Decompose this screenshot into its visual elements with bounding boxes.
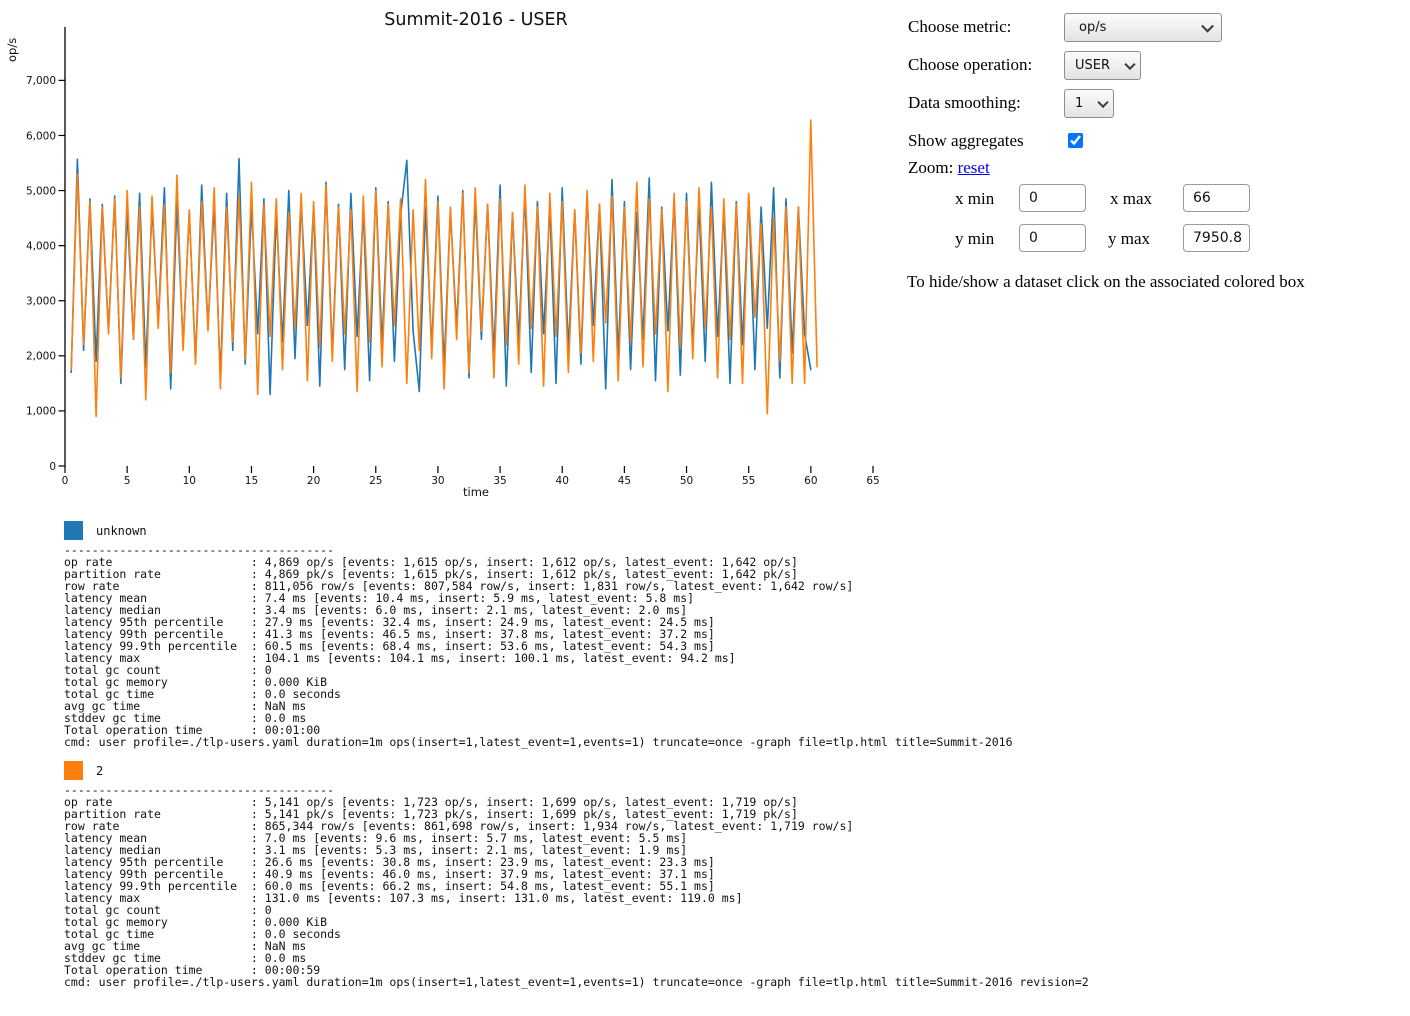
- x-tick-label: 15: [245, 475, 258, 487]
- x-tick-label: 35: [493, 475, 506, 487]
- show-aggregates-checkbox[interactable]: [1068, 133, 1083, 148]
- chart-title: Summit-2016 - USER: [384, 10, 567, 30]
- operation-label: Choose operation:: [908, 55, 1032, 75]
- x-tick-label: 50: [680, 475, 693, 487]
- x-tick-label: 40: [556, 475, 569, 487]
- y-min-label: y min: [955, 229, 994, 249]
- dataset-unknown-stats: --------------------------------------- …: [64, 544, 1013, 748]
- x-tick-label: 25: [369, 475, 382, 487]
- zoom-reset-link[interactable]: reset: [958, 158, 990, 177]
- dataset-2-color-box[interactable]: [64, 761, 83, 780]
- x-min-input[interactable]: [1019, 184, 1086, 212]
- x-tick-label: 20: [307, 475, 320, 487]
- x-tick-label: 55: [742, 475, 755, 487]
- x-max-label: x max: [1110, 189, 1152, 209]
- y-tick-label: 1,000: [26, 406, 56, 418]
- operation-select[interactable]: USER: [1064, 51, 1141, 80]
- x-tick-label: 30: [431, 475, 444, 487]
- x-tick-label: 60: [804, 475, 817, 487]
- zoom-label: Zoom:: [908, 158, 953, 177]
- y-max-input[interactable]: [1183, 224, 1250, 252]
- dataset-unknown-color-box[interactable]: [64, 521, 83, 540]
- dataset-2-label: 2: [96, 764, 103, 778]
- y-tick-label: 4,000: [26, 240, 56, 252]
- legend-row-2: 2: [64, 761, 103, 780]
- tlp-stress-report-page: Summit-2016 - USER op/s 0 1,000 2,000 3,000 4,…: [0, 0, 1410, 1016]
- metric-label: Choose metric:: [908, 17, 1011, 37]
- y-tick-label: 2,000: [26, 351, 56, 363]
- y-tick-label: 3,000: [26, 296, 56, 308]
- x-max-input[interactable]: [1183, 184, 1250, 212]
- x-axis-label: time: [463, 485, 489, 499]
- y-axis-label: op/s: [5, 38, 19, 62]
- x-tick-label: 5: [124, 475, 131, 487]
- legend-row-unknown: unknown: [64, 521, 147, 540]
- metric-select[interactable]: op/s: [1064, 13, 1222, 42]
- ops-time-chart[interactable]: Summit-2016 - USER op/s 0 1,000 2,000 3,000 4,…: [0, 0, 900, 505]
- dataset-unknown-label: unknown: [96, 524, 147, 538]
- hide-show-hint: To hide/show a dataset click on the asso…: [907, 272, 1305, 292]
- y-tick-label: 7,000: [26, 75, 56, 87]
- aggregates-label: Show aggregates: [908, 131, 1024, 151]
- series-line-2: [71, 120, 817, 416]
- y-min-input[interactable]: [1019, 224, 1086, 252]
- smoothing-select[interactable]: 1: [1064, 89, 1114, 118]
- smoothing-label: Data smoothing:: [908, 93, 1021, 113]
- dataset-2-stats: --------------------------------------- …: [64, 784, 1089, 988]
- x-tick-label: 65: [866, 475, 879, 487]
- x-tick-label: 10: [183, 475, 196, 487]
- x-tick-label: 0: [62, 475, 69, 487]
- y-tick-label: 0: [49, 461, 56, 473]
- zoom-row: Zoom: reset: [908, 158, 990, 178]
- y-tick-label: 5,000: [26, 185, 56, 197]
- y-tick-label: 6,000: [26, 130, 56, 142]
- x-min-label: x min: [955, 189, 994, 209]
- x-tick-label: 45: [618, 475, 631, 487]
- y-max-label: y max: [1108, 229, 1150, 249]
